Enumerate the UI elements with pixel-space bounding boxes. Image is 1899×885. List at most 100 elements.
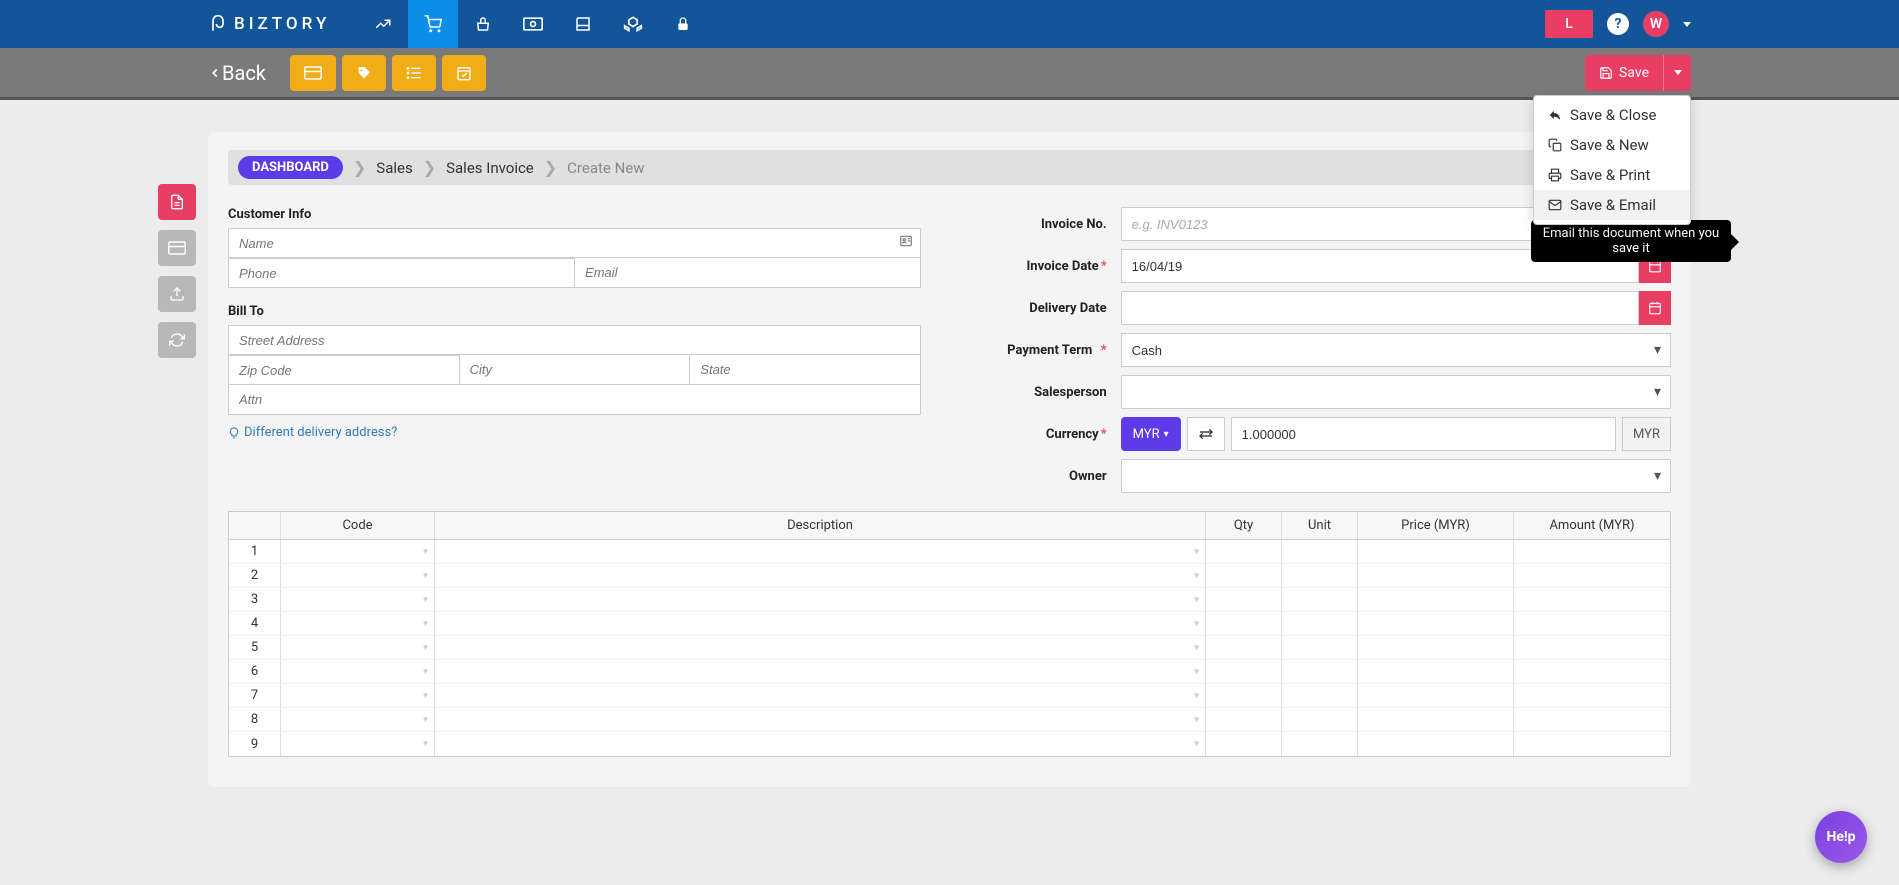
delivery-date-input[interactable] <box>1121 291 1639 325</box>
cell-code[interactable]: ▾ <box>281 540 435 563</box>
cell-price[interactable] <box>1358 612 1514 635</box>
currency-swap-button[interactable] <box>1187 417 1225 451</box>
side-tab-document[interactable] <box>158 184 196 220</box>
cell-code[interactable]: ▾ <box>281 684 435 707</box>
col-qty: Qty <box>1206 512 1282 539</box>
nav-boxes-icon[interactable] <box>608 0 658 48</box>
cell-code[interactable]: ▾ <box>281 708 435 731</box>
cell-price[interactable] <box>1358 660 1514 683</box>
save-button[interactable]: Save <box>1585 55 1663 91</box>
cell-description[interactable]: ▾ <box>435 636 1206 659</box>
currency-rate-input[interactable] <box>1231 417 1616 451</box>
cell-price[interactable] <box>1358 684 1514 707</box>
nav-analytics-icon[interactable] <box>358 0 408 48</box>
cell-qty[interactable] <box>1206 732 1282 756</box>
cell-description[interactable]: ▾ <box>435 588 1206 611</box>
cell-code[interactable]: ▾ <box>281 612 435 635</box>
nav-money-icon[interactable] <box>508 0 558 48</box>
cell-unit[interactable] <box>1282 660 1358 683</box>
user-menu-caret-icon[interactable] <box>1683 22 1691 27</box>
toolbar-list-button[interactable] <box>392 55 436 91</box>
breadcrumb-sales-invoice[interactable]: Sales Invoice <box>446 159 534 177</box>
cell-qty[interactable] <box>1206 540 1282 563</box>
delivery-date-picker-button[interactable] <box>1639 291 1671 325</box>
salesperson-select[interactable] <box>1121 375 1671 409</box>
nav-lock-icon[interactable] <box>658 0 708 48</box>
cell-qty[interactable] <box>1206 684 1282 707</box>
cell-code[interactable]: ▾ <box>281 636 435 659</box>
toolbar-card-button[interactable] <box>290 55 336 91</box>
save-email-item[interactable]: Save & Email <box>1534 190 1690 220</box>
cell-unit[interactable] <box>1282 540 1358 563</box>
cell-price[interactable] <box>1358 564 1514 587</box>
cell-description[interactable]: ▾ <box>435 612 1206 635</box>
back-button[interactable]: Back <box>208 61 266 85</box>
cell-unit[interactable] <box>1282 732 1358 756</box>
side-tab-refresh[interactable] <box>158 322 196 358</box>
cell-code[interactable]: ▾ <box>281 660 435 683</box>
cell-qty[interactable] <box>1206 660 1282 683</box>
side-tab-payment[interactable] <box>158 230 196 266</box>
nav-cart-icon[interactable] <box>408 0 458 48</box>
cell-qty[interactable] <box>1206 636 1282 659</box>
customer-info-label: Customer Info <box>228 207 921 222</box>
save-close-item[interactable]: Save & Close <box>1534 100 1690 130</box>
cell-unit[interactable] <box>1282 684 1358 707</box>
different-delivery-link[interactable]: Different delivery address? <box>228 425 397 440</box>
payment-term-label: Payment Term * <box>961 343 1121 358</box>
cell-price[interactable] <box>1358 540 1514 563</box>
side-tab-upload[interactable] <box>158 276 196 312</box>
cell-price[interactable] <box>1358 708 1514 731</box>
cell-description[interactable]: ▾ <box>435 684 1206 707</box>
save-dropdown-toggle[interactable] <box>1663 55 1691 91</box>
cell-price[interactable] <box>1358 636 1514 659</box>
cell-code[interactable]: ▾ <box>281 732 435 756</box>
cell-code[interactable]: ▾ <box>281 564 435 587</box>
street-input[interactable] <box>228 325 921 355</box>
cell-description[interactable]: ▾ <box>435 708 1206 731</box>
customer-name-input[interactable] <box>228 228 921 258</box>
avatar[interactable]: W <box>1643 11 1669 37</box>
brand-logo[interactable]: BIZTORY <box>208 14 330 34</box>
help-icon[interactable]: ? <box>1607 13 1629 35</box>
cell-qty[interactable] <box>1206 588 1282 611</box>
customer-phone-input[interactable] <box>228 258 574 288</box>
cell-qty[interactable] <box>1206 708 1282 731</box>
cell-code[interactable]: ▾ <box>281 588 435 611</box>
save-print-item[interactable]: Save & Print <box>1534 160 1690 190</box>
toolbar-tag-button[interactable] <box>342 55 386 91</box>
owner-select[interactable] <box>1121 459 1671 493</box>
cell-price[interactable] <box>1358 588 1514 611</box>
cell-price[interactable] <box>1358 732 1514 756</box>
nav-book-icon[interactable] <box>558 0 608 48</box>
cell-qty[interactable] <box>1206 612 1282 635</box>
contact-card-icon[interactable] <box>899 234 913 252</box>
cell-description[interactable]: ▾ <box>435 540 1206 563</box>
customer-email-input[interactable] <box>574 258 921 288</box>
cell-unit[interactable] <box>1282 612 1358 635</box>
cell-qty[interactable] <box>1206 564 1282 587</box>
cell-unit[interactable] <box>1282 564 1358 587</box>
attn-input[interactable] <box>228 385 921 415</box>
save-new-item[interactable]: Save & New <box>1534 130 1690 160</box>
cell-unit[interactable] <box>1282 708 1358 731</box>
help-fab[interactable]: He!p <box>1815 811 1867 863</box>
save-print-label: Save & Print <box>1570 166 1650 184</box>
breadcrumb-sales[interactable]: Sales <box>376 159 412 177</box>
cell-unit[interactable] <box>1282 636 1358 659</box>
cell-unit[interactable] <box>1282 588 1358 611</box>
cell-description[interactable]: ▾ <box>435 732 1206 756</box>
cell-description[interactable]: ▾ <box>435 564 1206 587</box>
state-input[interactable] <box>689 355 920 385</box>
caret-down-icon: ▾ <box>423 594 428 605</box>
currency-button[interactable]: MYR ▾ <box>1121 417 1181 451</box>
city-input[interactable] <box>459 355 690 385</box>
payment-term-select[interactable]: Cash <box>1121 333 1671 367</box>
toolbar-calendar-button[interactable] <box>442 55 486 91</box>
nav-basket-icon[interactable] <box>458 0 508 48</box>
cell-description[interactable]: ▾ <box>435 660 1206 683</box>
plan-badge[interactable]: L <box>1545 10 1593 38</box>
breadcrumb-dashboard[interactable]: DASHBOARD <box>238 156 343 179</box>
zip-input[interactable] <box>228 355 459 385</box>
table-row: 4▾▾ <box>229 612 1670 636</box>
